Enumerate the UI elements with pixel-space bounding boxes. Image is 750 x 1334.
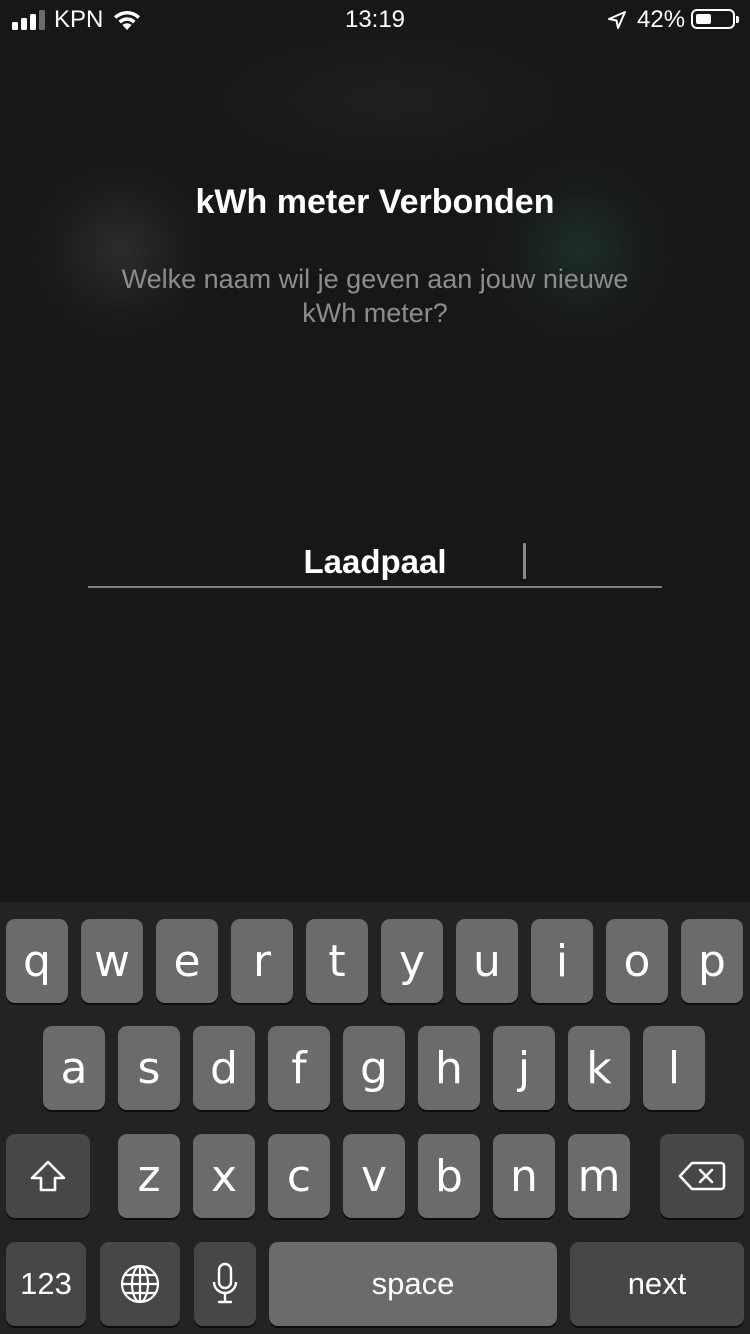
keyboard: qwertyuiop asdfghjkl zxcvbnm 123 space n… xyxy=(0,902,750,1334)
key-g[interactable]: g xyxy=(343,1026,405,1110)
globe-key[interactable] xyxy=(100,1242,180,1326)
key-t[interactable]: t xyxy=(306,919,368,1003)
space-key[interactable]: space xyxy=(269,1242,557,1326)
numbers-key[interactable]: 123 xyxy=(6,1242,86,1326)
key-q[interactable]: q xyxy=(6,919,68,1003)
key-z[interactable]: z xyxy=(118,1134,180,1218)
key-p[interactable]: p xyxy=(681,919,743,1003)
status-bar: KPN 13:19 42% xyxy=(0,0,750,40)
key-y[interactable]: y xyxy=(381,919,443,1003)
key-m[interactable]: m xyxy=(568,1134,630,1218)
key-e[interactable]: e xyxy=(156,919,218,1003)
key-o[interactable]: o xyxy=(606,919,668,1003)
key-k[interactable]: k xyxy=(568,1026,630,1110)
background-glow xyxy=(0,0,750,902)
microphone-key[interactable] xyxy=(194,1242,256,1326)
key-a[interactable]: a xyxy=(43,1026,105,1110)
key-l[interactable]: l xyxy=(643,1026,705,1110)
key-i[interactable]: i xyxy=(531,919,593,1003)
page-subtitle: Welke naam wil je geven aan jouw nieuwe … xyxy=(121,264,629,328)
key-r[interactable]: r xyxy=(231,919,293,1003)
shift-key[interactable] xyxy=(6,1134,90,1218)
page-title: kWh meter Verbonden xyxy=(195,183,555,221)
key-v[interactable]: v xyxy=(343,1134,405,1218)
key-n[interactable]: n xyxy=(493,1134,555,1218)
backspace-icon xyxy=(678,1161,726,1191)
text-cursor xyxy=(523,543,526,579)
meter-name-field xyxy=(88,540,662,588)
key-x[interactable]: x xyxy=(193,1134,255,1218)
key-d[interactable]: d xyxy=(193,1026,255,1110)
key-b[interactable]: b xyxy=(418,1134,480,1218)
backspace-key[interactable] xyxy=(660,1134,744,1218)
battery-icon xyxy=(691,9,739,29)
key-c[interactable]: c xyxy=(268,1134,330,1218)
next-key[interactable]: next xyxy=(570,1242,744,1326)
shift-icon xyxy=(30,1160,66,1192)
battery-percent: 42% xyxy=(637,6,686,33)
globe-icon xyxy=(120,1264,160,1304)
key-j[interactable]: j xyxy=(493,1026,555,1110)
key-w[interactable]: w xyxy=(81,919,143,1003)
key-h[interactable]: h xyxy=(418,1026,480,1110)
meter-name-input[interactable] xyxy=(88,540,662,584)
key-s[interactable]: s xyxy=(118,1026,180,1110)
key-f[interactable]: f xyxy=(268,1026,330,1110)
microphone-icon xyxy=(212,1262,238,1304)
key-u[interactable]: u xyxy=(456,919,518,1003)
location-icon xyxy=(608,11,626,29)
